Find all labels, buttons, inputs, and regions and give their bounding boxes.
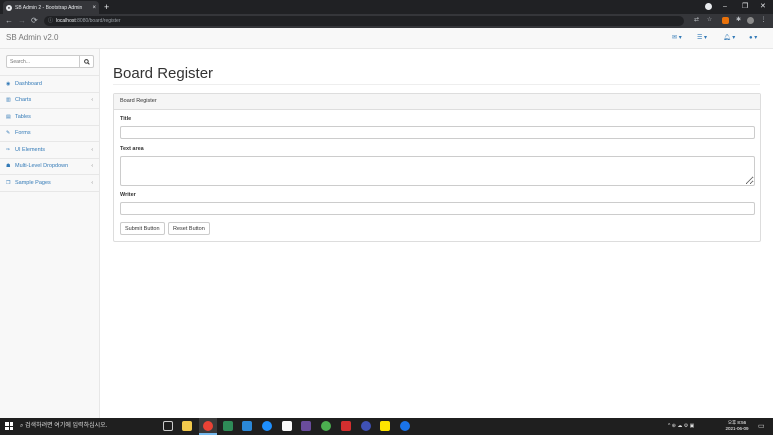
sidebar-item-charts[interactable]: ▥ Charts ‹: [0, 93, 99, 109]
file-explorer-icon[interactable]: [182, 421, 192, 431]
browser-menu-icon[interactable]: ⋮: [760, 17, 767, 24]
url-bar[interactable]: ⓘ localhost :8080/board/register: [44, 16, 684, 26]
messages-dropdown-icon[interactable]: ✉ ▾: [672, 28, 682, 48]
account-avatar-icon[interactable]: [747, 17, 754, 24]
text-area-field[interactable]: [120, 156, 755, 186]
maximize-icon[interactable]: ❐: [742, 1, 748, 13]
chevron-left-icon: ‹: [91, 146, 93, 153]
translate-icon[interactable]: ⇄: [693, 17, 700, 24]
writer-input[interactable]: [120, 202, 755, 215]
sidebar-item-label: Dashboard: [15, 80, 42, 87]
chrome-icon[interactable]: [203, 421, 213, 431]
sidebar-item-label: Sample Pages: [15, 179, 51, 186]
kakaotalk-icon[interactable]: [380, 421, 390, 431]
browser-tab-strip: ● SB Admin 2 - Bootstrap Admin × + – ❐ ✕: [0, 0, 773, 14]
chevron-left-icon: ‹: [91, 179, 93, 186]
search-button[interactable]: [79, 55, 94, 68]
taskbar-search-text: 검색하려면 여기에 입력하십시오.: [25, 423, 108, 429]
app-icon[interactable]: [361, 421, 371, 431]
sidebar-item-forms[interactable]: ✎ Forms: [0, 126, 99, 142]
sidebar-item-dashboard[interactable]: ◉ Dashboard: [0, 76, 99, 93]
chevron-left-icon: ‹: [91, 163, 93, 170]
task-view-icon[interactable]: [163, 421, 173, 431]
sidebar: ◉ Dashboard ▥ Charts ‹ ▤ Tables ✎ Forms …: [0, 49, 100, 418]
notepad-icon[interactable]: [282, 421, 292, 431]
sidebar-item-label: Tables: [15, 113, 31, 120]
table-icon: ▤: [6, 113, 11, 120]
sidebar-item-sample-pages[interactable]: ❐ Sample Pages ‹: [0, 175, 99, 192]
writer-label: Writer: [120, 192, 136, 198]
brand-link[interactable]: SB Admin v2.0: [6, 28, 58, 48]
title-input[interactable]: [120, 126, 755, 139]
panel-heading: Board Register: [114, 94, 760, 110]
title-label: Title: [120, 116, 132, 122]
edge-icon[interactable]: [262, 421, 272, 431]
search-input[interactable]: [6, 55, 80, 68]
register-panel: Board Register Title Text area Writer Su…: [113, 93, 761, 242]
sidebar-item-label: Multi-Level Dropdown: [15, 163, 69, 170]
taskbar-clock[interactable]: 오후 8:56 2021-06-09: [722, 420, 752, 432]
sidebar-item-ui-elements[interactable]: ✑ UI Elements ‹: [0, 142, 99, 159]
search-icon: [83, 58, 90, 65]
forward-icon[interactable]: →: [18, 14, 26, 28]
windows-start-icon[interactable]: [5, 422, 13, 430]
favicon-icon: ●: [6, 4, 12, 11]
site-info-icon[interactable]: ⓘ: [48, 16, 53, 26]
tab-title: SB Admin 2 - Bootstrap Admin: [15, 4, 83, 11]
textarea-label: Text area: [120, 146, 144, 152]
app-icon[interactable]: [321, 421, 331, 431]
chevron-left-icon: ‹: [91, 97, 93, 104]
extension-icon[interactable]: [722, 17, 729, 24]
title-divider: [113, 84, 760, 85]
sidebar-item-tables[interactable]: ▤ Tables: [0, 109, 99, 126]
app-icon[interactable]: [400, 421, 410, 431]
sitemap-icon: ☗: [6, 163, 11, 170]
url-host: localhost: [56, 18, 76, 24]
pdf-icon[interactable]: [341, 421, 351, 431]
app-icon[interactable]: [223, 421, 233, 431]
sidebar-item-label: Charts: [15, 97, 32, 104]
sidebar-item-multi-level-dropdown[interactable]: ☗ Multi-Level Dropdown ‹: [0, 159, 99, 175]
submit-button[interactable]: Submit Button: [120, 222, 165, 235]
browser-tab[interactable]: ● SB Admin 2 - Bootstrap Admin ×: [3, 1, 99, 14]
tasks-dropdown-icon[interactable]: ☰ ▾: [697, 28, 707, 48]
windows-taskbar: ⌕ 검색하려면 여기에 입력하십시오. ^ ⊕ ☁ ⚙ ▣ 오후 8:56 20…: [0, 418, 773, 435]
reload-icon[interactable]: ⟳: [31, 14, 38, 28]
taskbar-search[interactable]: ⌕ 검색하려면 여기에 입력하십시오.: [20, 418, 107, 435]
sidebar-item-label: UI Elements: [15, 146, 45, 153]
back-icon[interactable]: ←: [5, 14, 13, 28]
app-icon[interactable]: [301, 421, 311, 431]
address-bar-row: ← → ⟳ ⓘ localhost :8080/board/register ⇄…: [0, 14, 773, 28]
top-navbar: SB Admin v2.0 ✉ ▾ ☰ ▾ 🔔︎ ▾ ● ▾: [0, 28, 773, 49]
url-path: :8080/board/register: [75, 18, 121, 24]
sidebar-item-label: Forms: [15, 130, 31, 137]
alerts-dropdown-icon[interactable]: 🔔︎ ▾: [723, 28, 735, 48]
notifications-icon[interactable]: ▭: [758, 418, 765, 435]
sidebar-search: [0, 49, 99, 76]
clock-date: 2021-06-09: [725, 426, 749, 431]
extensions-puzzle-icon[interactable]: ✱: [735, 17, 742, 24]
new-tab-icon[interactable]: +: [104, 1, 109, 13]
wrench-icon: ✑: [6, 146, 11, 153]
dashboard-icon: ◉: [6, 80, 11, 87]
bookmark-star-icon[interactable]: ☆: [706, 17, 713, 24]
profile-icon[interactable]: [705, 3, 712, 10]
reset-button[interactable]: Reset Button: [168, 222, 210, 235]
app-icon[interactable]: [242, 421, 252, 431]
bar-chart-icon: ▥: [6, 97, 11, 104]
main-content: Board Register Board Register Title Text…: [100, 49, 773, 418]
close-window-icon[interactable]: ✕: [760, 1, 766, 13]
user-dropdown-icon[interactable]: ● ▾: [749, 28, 757, 48]
files-icon: ❐: [6, 179, 11, 186]
close-tab-icon[interactable]: ×: [92, 5, 96, 11]
minimize-icon[interactable]: –: [723, 1, 727, 13]
edit-icon: ✎: [6, 130, 11, 137]
page-title: Board Register: [113, 65, 214, 82]
tray-icons[interactable]: ^ ⊕ ☁ ⚙ ▣: [668, 418, 694, 435]
